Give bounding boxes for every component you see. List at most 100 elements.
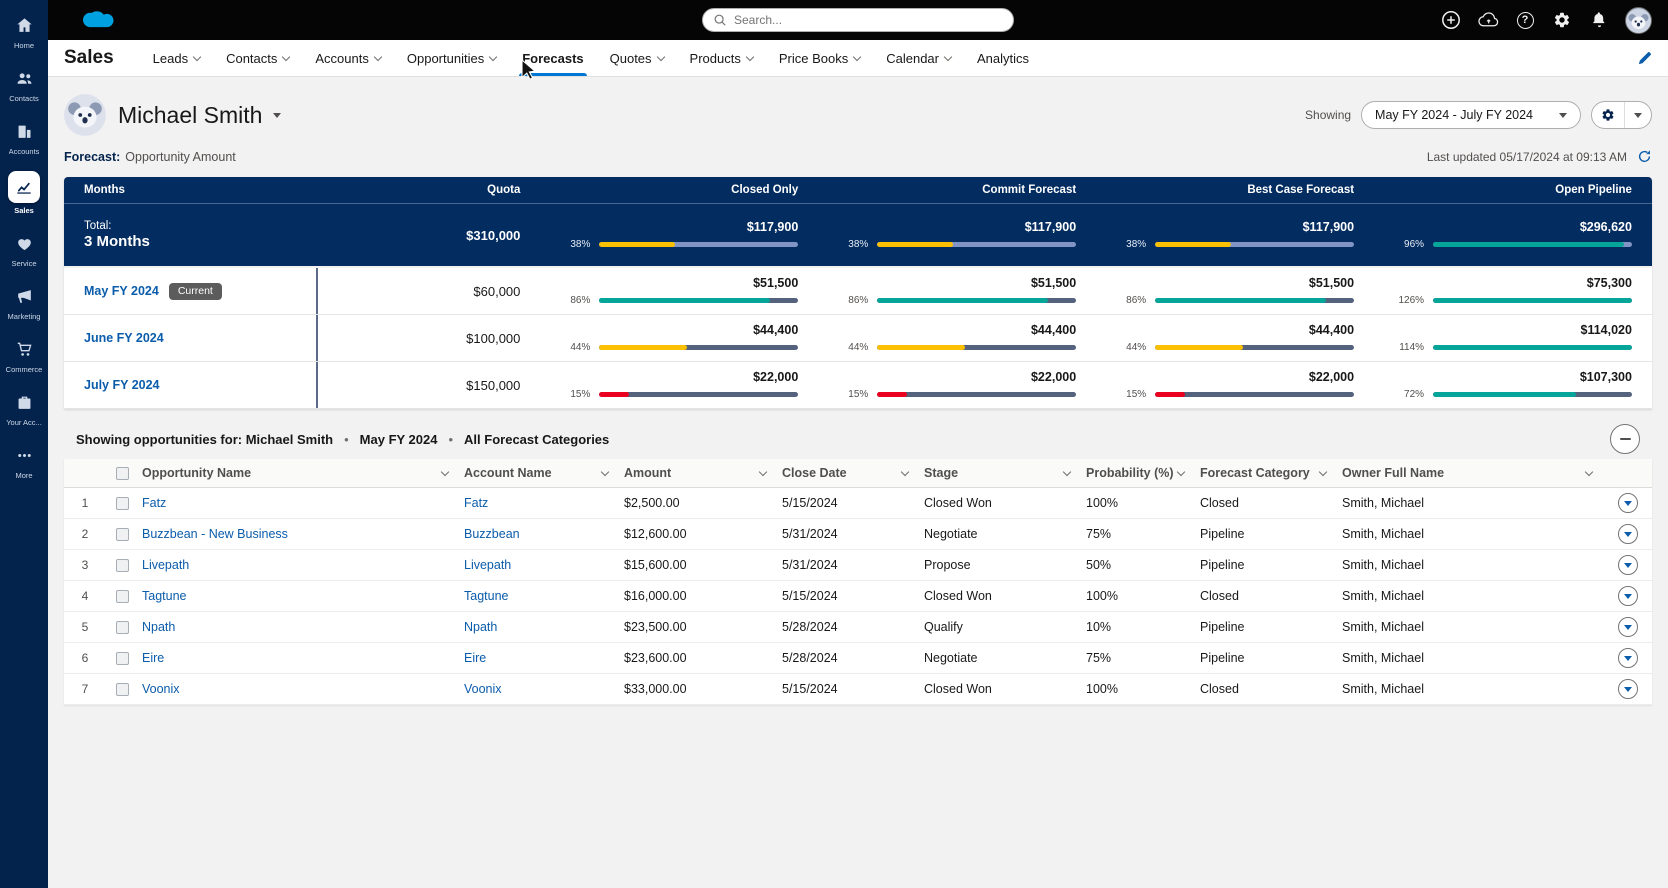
account-link[interactable]: Buzzbean — [464, 527, 520, 541]
row-checkbox[interactable] — [115, 651, 129, 665]
forecast-period-selector[interactable]: May FY 2024 - July FY 2024 — [1361, 101, 1581, 129]
probability-cell: 10% — [1086, 620, 1112, 634]
add-icon[interactable] — [1440, 9, 1462, 31]
row-checkbox[interactable] — [115, 496, 129, 510]
row-checkbox[interactable] — [115, 527, 129, 541]
owner-dropdown-icon[interactable] — [273, 112, 282, 118]
forecast-owner-name: Michael Smith — [118, 101, 263, 128]
sidebar-item-sales[interactable]: Sales — [0, 163, 48, 222]
month-link[interactable]: June FY 2024 — [84, 331, 164, 345]
sidebar-item-more[interactable]: More — [0, 434, 48, 487]
forecast-cell: $51,500 86% — [1096, 268, 1374, 314]
help-icon[interactable]: ? — [1514, 9, 1536, 31]
account-link[interactable]: Tagtune — [464, 589, 508, 603]
tab-accounts[interactable]: Accounts — [302, 40, 393, 76]
account-link[interactable]: Eire — [464, 651, 486, 665]
quota-value: $60,000 — [473, 283, 521, 299]
sidebar-item-contacts[interactable]: Contacts — [0, 57, 48, 110]
attainment-percent: 44% — [570, 342, 591, 353]
notifications-bell-icon[interactable] — [1588, 9, 1610, 31]
month-link[interactable]: May FY 2024 — [84, 284, 159, 298]
column-header-stage[interactable]: Stage — [920, 459, 1082, 487]
row-actions-button[interactable] — [1618, 493, 1638, 513]
forecast-cell: $44,400 44% — [818, 315, 1096, 361]
tab-quotes[interactable]: Quotes — [597, 40, 677, 76]
forecast-value: $22,000 — [753, 370, 799, 384]
refresh-icon[interactable] — [1637, 149, 1652, 164]
sidebar-item-accounts[interactable]: Accounts — [0, 110, 48, 163]
row-actions-button[interactable] — [1618, 555, 1638, 575]
chevron-down-icon — [1624, 531, 1632, 537]
tab-calendar[interactable]: Calendar — [873, 40, 964, 76]
settings-gear-button[interactable] — [1592, 102, 1624, 128]
sidebar-item-your-acc[interactable]: Your Acc... — [0, 381, 48, 434]
setup-gear-icon[interactable] — [1551, 9, 1573, 31]
account-link[interactable]: Voonix — [464, 682, 502, 696]
tab-opportunities[interactable]: Opportunities — [394, 40, 509, 76]
attainment-bar-row: 38% — [560, 239, 799, 250]
attainment-bar-row: 38% — [1116, 239, 1355, 250]
forecast-value: $75,300 — [1586, 276, 1632, 290]
row-checkbox[interactable] — [115, 682, 129, 696]
tab-forecasts[interactable]: Forecasts — [509, 40, 596, 76]
last-updated: Last updated 05/17/2024 at 09:13 AM — [1427, 149, 1652, 164]
opportunity-table-body: 1 Fatz Fatz $2,500.00 5/15/2024 Closed W… — [64, 488, 1652, 705]
sidebar-item-marketing[interactable]: Marketing — [0, 275, 48, 328]
column-header-owner-full-name[interactable]: Owner Full Name — [1338, 459, 1604, 487]
total-label: 3 Months — [84, 233, 150, 250]
row-actions-button[interactable] — [1618, 617, 1638, 637]
account-link[interactable]: Livepath — [464, 558, 511, 572]
row-number: 4 — [81, 589, 89, 603]
global-search[interactable] — [702, 8, 1014, 32]
forecast-column-header-closed-only: Closed Only — [731, 184, 799, 196]
tab-products[interactable]: Products — [677, 40, 766, 76]
row-actions-button[interactable] — [1618, 679, 1638, 699]
sidebar-item-commerce[interactable]: Commerce — [0, 328, 48, 381]
tab-contacts[interactable]: Contacts — [213, 40, 302, 76]
row-number: 3 — [81, 558, 89, 572]
account-link[interactable]: Npath — [464, 620, 497, 634]
opportunity-link[interactable]: Voonix — [142, 682, 180, 696]
row-actions-button[interactable] — [1618, 524, 1638, 544]
row-actions-button[interactable] — [1618, 586, 1638, 606]
tab-label: Leads — [152, 50, 189, 66]
column-header-forecast-category[interactable]: Forecast Category — [1196, 459, 1338, 487]
opportunity-link[interactable]: Fatz — [142, 496, 166, 510]
row-actions-button[interactable] — [1618, 648, 1638, 668]
opportunity-link[interactable]: Livepath — [142, 558, 189, 572]
column-header-account-name[interactable]: Account Name — [460, 459, 620, 487]
stage-cell: Qualify — [924, 620, 963, 634]
column-header-close-date[interactable]: Close Date — [778, 459, 920, 487]
total-quota-value: $310,000 — [466, 227, 521, 243]
opportunity-link[interactable]: Buzzbean - New Business — [142, 527, 288, 541]
column-header-probability[interactable]: Probability (%) — [1082, 459, 1196, 487]
upload-cloud-icon[interactable] — [1477, 9, 1499, 31]
collapse-list-button[interactable] — [1610, 424, 1640, 454]
sidebar-item-service[interactable]: Service — [0, 222, 48, 275]
tab-label: Accounts — [315, 50, 369, 66]
sidebar-item-label: Your Acc... — [6, 418, 42, 427]
month-link[interactable]: July FY 2024 — [84, 378, 160, 392]
opportunity-link[interactable]: Eire — [142, 651, 164, 665]
opportunity-link[interactable]: Npath — [142, 620, 175, 634]
tab-price-books[interactable]: Price Books — [766, 40, 873, 76]
tab-analytics[interactable]: Analytics — [964, 40, 1042, 76]
opportunity-link[interactable]: Tagtune — [142, 589, 186, 603]
sidebar-item-home[interactable]: Home — [0, 4, 48, 57]
edit-pencil-icon[interactable] — [1637, 51, 1652, 66]
chevron-down-icon — [745, 52, 755, 62]
row-checkbox[interactable] — [115, 589, 129, 603]
tab-leads[interactable]: Leads — [140, 40, 213, 76]
settings-menu-button[interactable] — [1624, 102, 1651, 128]
row-checkbox[interactable] — [115, 558, 129, 572]
account-link[interactable]: Fatz — [464, 496, 488, 510]
column-header-opportunity-name[interactable]: Opportunity Name — [138, 459, 460, 487]
user-avatar[interactable] — [1625, 6, 1652, 34]
column-header-amount[interactable]: Amount — [620, 459, 778, 487]
attainment-bar — [1155, 242, 1355, 247]
chevron-down-icon — [1624, 562, 1632, 568]
select-all-checkbox[interactable] — [115, 466, 129, 480]
column-label: Close Date — [782, 466, 847, 480]
row-checkbox[interactable] — [115, 620, 129, 634]
search-input[interactable] — [734, 13, 1003, 27]
